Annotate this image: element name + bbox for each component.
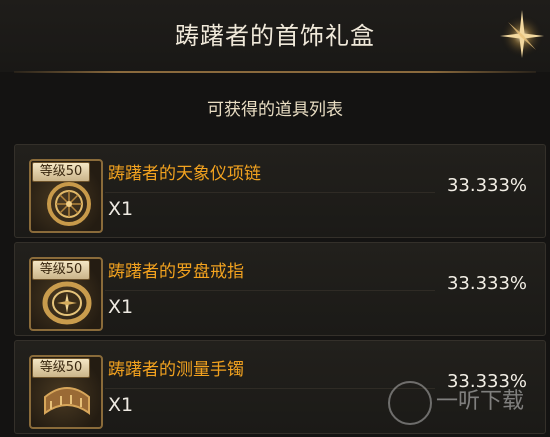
list-heading: 可获得的道具列表 bbox=[207, 100, 343, 120]
item-quantity: X1 bbox=[108, 198, 134, 220]
bracelet-icon: 等级50 bbox=[29, 355, 103, 429]
row-divider bbox=[105, 290, 435, 291]
popup-title: 踌躇者的首饰礼盒 bbox=[175, 22, 375, 50]
item-name: 踌躇者的测量手镯 bbox=[108, 360, 244, 380]
row-divider bbox=[105, 388, 435, 389]
close-sparkle-button[interactable] bbox=[490, 4, 546, 60]
header-bar: 踌躇者的首饰礼盒 bbox=[0, 0, 550, 72]
level-badge: 等级50 bbox=[32, 358, 90, 378]
item-name: 踌躇者的天象仪项链 bbox=[108, 164, 261, 184]
item-probability: 33.333% bbox=[446, 175, 528, 196]
item-name: 踌躇者的罗盘戒指 bbox=[108, 262, 244, 282]
item-quantity: X1 bbox=[108, 394, 134, 416]
necklace-icon: 等级50 bbox=[29, 159, 103, 233]
item-row-necklace[interactable]: 等级50 踌躇者的天象仪项链 X1 33.333% bbox=[14, 144, 546, 238]
watermark-text: 一听下载 bbox=[436, 389, 525, 414]
level-badge: 等级50 bbox=[32, 260, 90, 280]
item-probability: 33.333% bbox=[446, 273, 528, 294]
sparkle-close-icon bbox=[500, 10, 544, 58]
level-badge: 等级50 bbox=[32, 162, 90, 182]
item-row-ring[interactable]: 等级50 踌躇者的罗盘戒指 X1 33.333% bbox=[14, 242, 546, 336]
ring-icon: 等级50 bbox=[29, 257, 103, 331]
watermark-logo-icon bbox=[388, 381, 432, 425]
row-divider bbox=[105, 192, 435, 193]
header-divider bbox=[14, 71, 536, 73]
item-quantity: X1 bbox=[108, 296, 134, 318]
